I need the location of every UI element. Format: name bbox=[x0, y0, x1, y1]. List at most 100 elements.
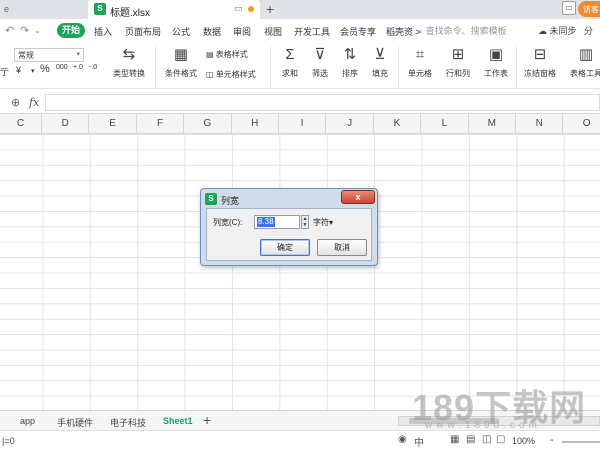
add-sheet-icon[interactable]: + bbox=[203, 412, 211, 428]
active-document-tab[interactable]: S 标题.xlsx ▭ bbox=[88, 0, 260, 19]
column-width-label: 列宽(C): bbox=[213, 218, 243, 227]
previous-tab-label: e bbox=[4, 4, 10, 14]
freeze-icon: ⊟ bbox=[533, 46, 547, 63]
percent-button[interactable]: % bbox=[40, 63, 50, 75]
restore-tab-icon[interactable]: ▭ bbox=[234, 3, 243, 14]
input-method-icon[interactable]: 中 bbox=[414, 434, 424, 449]
tab-docer[interactable]: 稻壳资 > bbox=[386, 25, 421, 38]
spreadsheet-file-icon: S bbox=[94, 3, 106, 15]
command-search[interactable]: ⌕ 查找命令、搜索模板 bbox=[418, 24, 528, 38]
window-restore-icon[interactable]: ▭ bbox=[562, 1, 576, 15]
cell-button[interactable]: ⌗ 单元格 bbox=[402, 47, 438, 79]
row-col-button[interactable]: ⊞ 行和列 bbox=[440, 47, 476, 79]
previous-tab[interactable]: e bbox=[0, 0, 88, 19]
insert-function-button[interactable]: fx bbox=[29, 96, 39, 109]
document-title: 标题.xlsx bbox=[110, 8, 150, 19]
increase-decimal-button[interactable]: +.0 bbox=[73, 64, 83, 71]
watermark-url: www.189d.com bbox=[425, 420, 541, 431]
sync-status[interactable]: ☁ 未同步 bbox=[538, 24, 577, 37]
undo-icon[interactable]: ↶ bbox=[5, 24, 14, 37]
width-spinner[interactable]: ▲ ▼ bbox=[301, 215, 309, 229]
column-header[interactable]: H bbox=[232, 114, 279, 134]
freeze-panes-button[interactable]: ⊟ 冻结窗格 bbox=[520, 47, 560, 79]
column-header[interactable]: K bbox=[374, 114, 422, 134]
tab-review[interactable]: 审阅 bbox=[233, 25, 251, 38]
title-bar: e S 标题.xlsx ▭ + ▭ 访客 bbox=[0, 0, 600, 19]
worksheet-button[interactable]: ▣ 工作表 bbox=[478, 47, 514, 79]
tab-formula[interactable]: 公式 bbox=[172, 25, 190, 38]
worksheet-label: 工作表 bbox=[484, 69, 508, 78]
currency-dropdown-icon[interactable]: ▾ bbox=[31, 67, 35, 75]
table-tools-label: 表格工具 bbox=[570, 69, 600, 78]
tab-data[interactable]: 数据 bbox=[203, 25, 221, 38]
tab-view[interactable]: 视图 bbox=[264, 25, 282, 38]
number-format-select[interactable]: 常规 ▾ bbox=[14, 48, 84, 62]
tab-member[interactable]: 会员专享 bbox=[340, 25, 376, 38]
toolbar-divider bbox=[155, 47, 156, 87]
thousands-button[interactable]: 000 bbox=[56, 64, 68, 71]
zoom-out-icon[interactable]: - bbox=[550, 434, 554, 446]
unit-select[interactable]: 字符▾ bbox=[313, 217, 333, 228]
tab-page-layout[interactable]: 页面布局 bbox=[125, 25, 161, 38]
share-button[interactable]: 分 bbox=[584, 24, 593, 37]
zoom-search-icon[interactable]: ⊕ bbox=[11, 96, 20, 109]
tab-developer[interactable]: 开发工具 bbox=[294, 25, 330, 38]
sum-button[interactable]: Σ 求和 bbox=[276, 47, 304, 79]
filter-button[interactable]: ⊽ 筛选 bbox=[306, 47, 334, 79]
sheet-tab-sheet1[interactable]: Sheet1 bbox=[163, 416, 193, 426]
ok-button[interactable]: 确定 bbox=[260, 239, 310, 256]
reading-view-icon[interactable]: ▢ bbox=[496, 434, 505, 445]
tab-insert[interactable]: 插入 bbox=[94, 25, 112, 38]
search-icon: ⌕ bbox=[418, 26, 424, 36]
cell-style-icon: ◫ bbox=[206, 70, 214, 79]
redo-icon[interactable]: ↷ bbox=[20, 24, 29, 37]
tab-start[interactable]: 开始 bbox=[57, 23, 85, 38]
formula-bar: ⊕ fx bbox=[0, 92, 600, 114]
column-header[interactable]: N bbox=[516, 114, 564, 134]
sheet-tab-phone-hardware[interactable]: 手机硬件 bbox=[57, 416, 93, 429]
fill-icon: ⊻ bbox=[374, 46, 386, 63]
sort-button[interactable]: ⇅ 排序 bbox=[336, 47, 364, 79]
visitor-login-button[interactable]: 访客 bbox=[578, 1, 600, 17]
sheet-tab-app[interactable]: app bbox=[20, 416, 35, 426]
cell-grid[interactable] bbox=[0, 134, 600, 410]
table-style-button[interactable]: ▤ 表格样式 bbox=[206, 49, 248, 60]
spin-down-icon[interactable]: ▼ bbox=[302, 222, 308, 228]
table-tools-button[interactable]: ▥ 表格工具 bbox=[566, 47, 600, 79]
fill-button[interactable]: ⊻ 填充 bbox=[366, 47, 394, 79]
filter-icon: ⊽ bbox=[314, 46, 326, 63]
column-header[interactable]: F bbox=[137, 114, 185, 134]
page-layout-view-icon[interactable]: ▤ bbox=[466, 434, 475, 445]
worksheet-icon: ▣ bbox=[488, 46, 504, 63]
column-header[interactable]: I bbox=[279, 114, 327, 134]
cell-icon: ⌗ bbox=[415, 46, 425, 63]
normal-view-icon[interactable]: ▦ bbox=[450, 434, 459, 445]
column-header[interactable]: J bbox=[326, 114, 374, 134]
column-header[interactable]: G bbox=[184, 114, 232, 134]
close-button[interactable]: x bbox=[341, 190, 375, 204]
type-convert-button[interactable]: ⇆ 类型转换 bbox=[108, 47, 150, 79]
column-header[interactable]: D bbox=[42, 114, 90, 134]
zoom-level[interactable]: 100% bbox=[512, 436, 535, 446]
new-tab-icon[interactable]: + bbox=[266, 1, 274, 17]
currency-button[interactable]: ¥ bbox=[16, 65, 21, 75]
column-width-input[interactable]: 8.38 bbox=[254, 215, 300, 229]
sheet-tab-electronics[interactable]: 电子科技 bbox=[110, 416, 146, 429]
fill-label: 填充 bbox=[372, 69, 388, 78]
chevron-down-icon: ▾ bbox=[76, 51, 80, 58]
zoom-slider[interactable] bbox=[562, 441, 600, 443]
eye-protection-icon[interactable]: ◉ bbox=[398, 434, 407, 445]
cell-style-button[interactable]: ◫ 单元格样式 bbox=[206, 69, 256, 80]
formula-input[interactable] bbox=[45, 94, 600, 111]
column-width-dialog: S 列宽 x 列宽(C): 8.38 ▲ ▼ 字符▾ 确定 取消 bbox=[200, 188, 378, 266]
column-header[interactable]: E bbox=[89, 114, 137, 134]
quick-access-dropdown-icon[interactable]: ⌄ bbox=[34, 26, 41, 35]
decrease-decimal-button[interactable]: -.0 bbox=[89, 64, 97, 71]
column-header[interactable]: C bbox=[0, 114, 42, 134]
column-header[interactable]: O bbox=[563, 114, 600, 134]
cancel-button[interactable]: 取消 bbox=[317, 239, 367, 256]
column-header[interactable]: M bbox=[469, 114, 516, 134]
conditional-format-button[interactable]: ▦ 条件格式 bbox=[160, 47, 202, 79]
column-header[interactable]: L bbox=[421, 114, 469, 134]
page-break-view-icon[interactable]: ◫ bbox=[482, 434, 491, 445]
